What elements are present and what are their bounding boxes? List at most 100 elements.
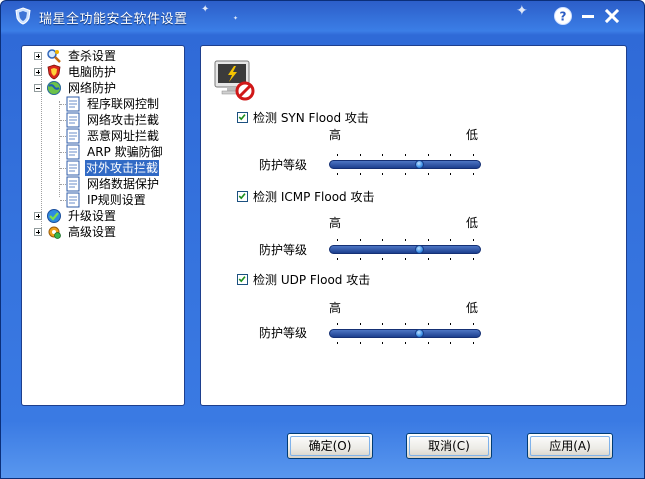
expand-icon[interactable] [34,212,42,220]
tree-item-label: 电脑防护 [68,65,117,79]
window-title: 瑞星全功能安全软件设置 [39,12,188,27]
advanced-settings-icon [48,226,61,239]
slider-thumb[interactable] [414,245,424,254]
ok-button-label: 确定(O) [308,439,352,453]
tree-item-label: 恶意网址拦截 [87,129,160,143]
close-icon [604,8,620,24]
slider-tick [473,258,474,260]
tree-item-pc-protection[interactable]: 电脑防护 [22,64,182,80]
slider-tick [337,323,338,325]
tree-item-malicious-url-block[interactable]: 恶意网址拦截 [22,128,182,144]
slider-thumb[interactable] [414,329,424,338]
slider-tick [428,239,429,241]
slider-tick [473,173,474,175]
tree-item-label: 查杀设置 [68,49,117,63]
minimize-button[interactable] [578,6,598,26]
page-icon [66,128,80,144]
slider-tick [405,342,406,344]
high-label: 高 [329,128,342,142]
slider-tick [450,154,451,156]
slider-tick [382,154,383,156]
checkmark-icon [238,276,246,283]
slider-tick [450,173,451,175]
network-protection-icon [47,81,61,95]
tree-item-program-network-control[interactable]: 程序联网控制 [22,96,182,112]
tree-item-ip-rules[interactable]: IP规则设置 [22,192,182,208]
syn-flood-label: 检测 SYN Flood 攻击 [253,111,369,125]
tree-item-arp-defense[interactable]: ARP 欺骗防御 [22,144,182,160]
tree-item-advanced-settings[interactable]: 高级设置 [22,224,182,240]
slider-tick [428,258,429,260]
title-bar[interactable]: 瑞星全功能安全软件设置 ✦ ✦ ✦ ? [1,1,644,31]
high-label: 高 [329,216,342,230]
tree-item-label: 网络数据保护 [87,177,160,191]
syn-flood-checkbox[interactable] [237,112,248,123]
slider-tick [450,323,451,325]
pc-protection-icon [47,64,61,80]
slider-tick [428,323,429,325]
upgrade-icon [47,209,61,223]
checkmark-icon [238,193,246,200]
slider-tick [337,154,338,156]
low-label: 低 [466,216,479,230]
cancel-button[interactable]: 取消(C) [406,433,492,459]
page-icon [66,160,80,176]
tree-item-label: ARP 欺骗防御 [87,145,163,159]
slider-tick [405,323,406,325]
protection-level-label: 防护等级 [259,158,308,172]
syn-flood-level-slider[interactable] [329,160,481,169]
tree-item-network-protection[interactable]: 网络防护 [22,80,182,96]
slider-tick [405,239,406,241]
slider-tick [473,154,474,156]
sparkle-icon: ✦ [516,3,528,19]
icmp-flood-label: 检测 ICMP Flood 攻击 [253,190,375,204]
help-icon: ? [560,10,567,24]
sparkle-icon: ✦ [233,15,239,22]
tree-item-label: 网络攻击拦截 [87,113,160,127]
icmp-flood-checkbox[interactable] [237,191,248,202]
close-button[interactable] [602,6,622,26]
slider-tick [473,342,474,344]
slider-tick [473,239,474,241]
icmp-flood-level-slider[interactable] [329,245,481,254]
expand-icon[interactable] [34,52,42,60]
slider-thumb[interactable] [414,160,424,169]
slider-tick [405,258,406,260]
slider-tick [382,173,383,175]
udp-flood-label: 检测 UDP Flood 攻击 [253,273,371,287]
low-label: 低 [466,128,479,142]
ok-button[interactable]: 确定(O) [287,433,373,459]
help-button[interactable]: ? [553,6,573,26]
expand-icon[interactable] [34,228,42,236]
tree-item-network-data-protection[interactable]: 网络数据保护 [22,176,182,192]
slider-tick [360,239,361,241]
page-icon [66,192,80,208]
tree-item-scan-settings[interactable]: 查杀设置 [22,48,182,64]
udp-flood-level-slider[interactable] [329,329,481,338]
apply-button-label: 应用(A) [549,439,591,453]
apply-button[interactable]: 应用(A) [527,433,613,459]
slider-tick [450,258,451,260]
slider-tick [337,239,338,241]
slider-tick [360,342,361,344]
slider-tick [360,154,361,156]
udp-flood-checkbox[interactable] [237,274,248,285]
expand-icon[interactable] [34,68,42,76]
slider-tick [450,342,451,344]
settings-tree: 查杀设置 电脑防护 网络防护 程序联网控制 网络攻击拦截 恶意网址拦截 ARP … [21,45,185,406]
tree-item-outbound-attack-block[interactable]: 对外攻击拦截 [22,160,182,176]
app-shield-icon [15,7,31,25]
slider-tick [382,342,383,344]
protection-level-label: 防护等级 [259,243,308,257]
tree-item-network-attack-block[interactable]: 网络攻击拦截 [22,112,182,128]
slider-tick [337,258,338,260]
tree-item-label: IP规则设置 [87,193,146,207]
settings-window: 瑞星全功能安全软件设置 ✦ ✦ ✦ ? 查杀设置 电脑防护 网络防护 程序联网控… [0,0,645,479]
tree-item-upgrade-settings[interactable]: 升级设置 [22,208,182,224]
slider-tick [405,154,406,156]
collapse-icon[interactable] [34,84,42,92]
tree-item-label: 程序联网控制 [87,97,160,111]
slider-tick [405,173,406,175]
high-label: 高 [329,301,342,315]
protection-level-label: 防护等级 [259,326,308,340]
